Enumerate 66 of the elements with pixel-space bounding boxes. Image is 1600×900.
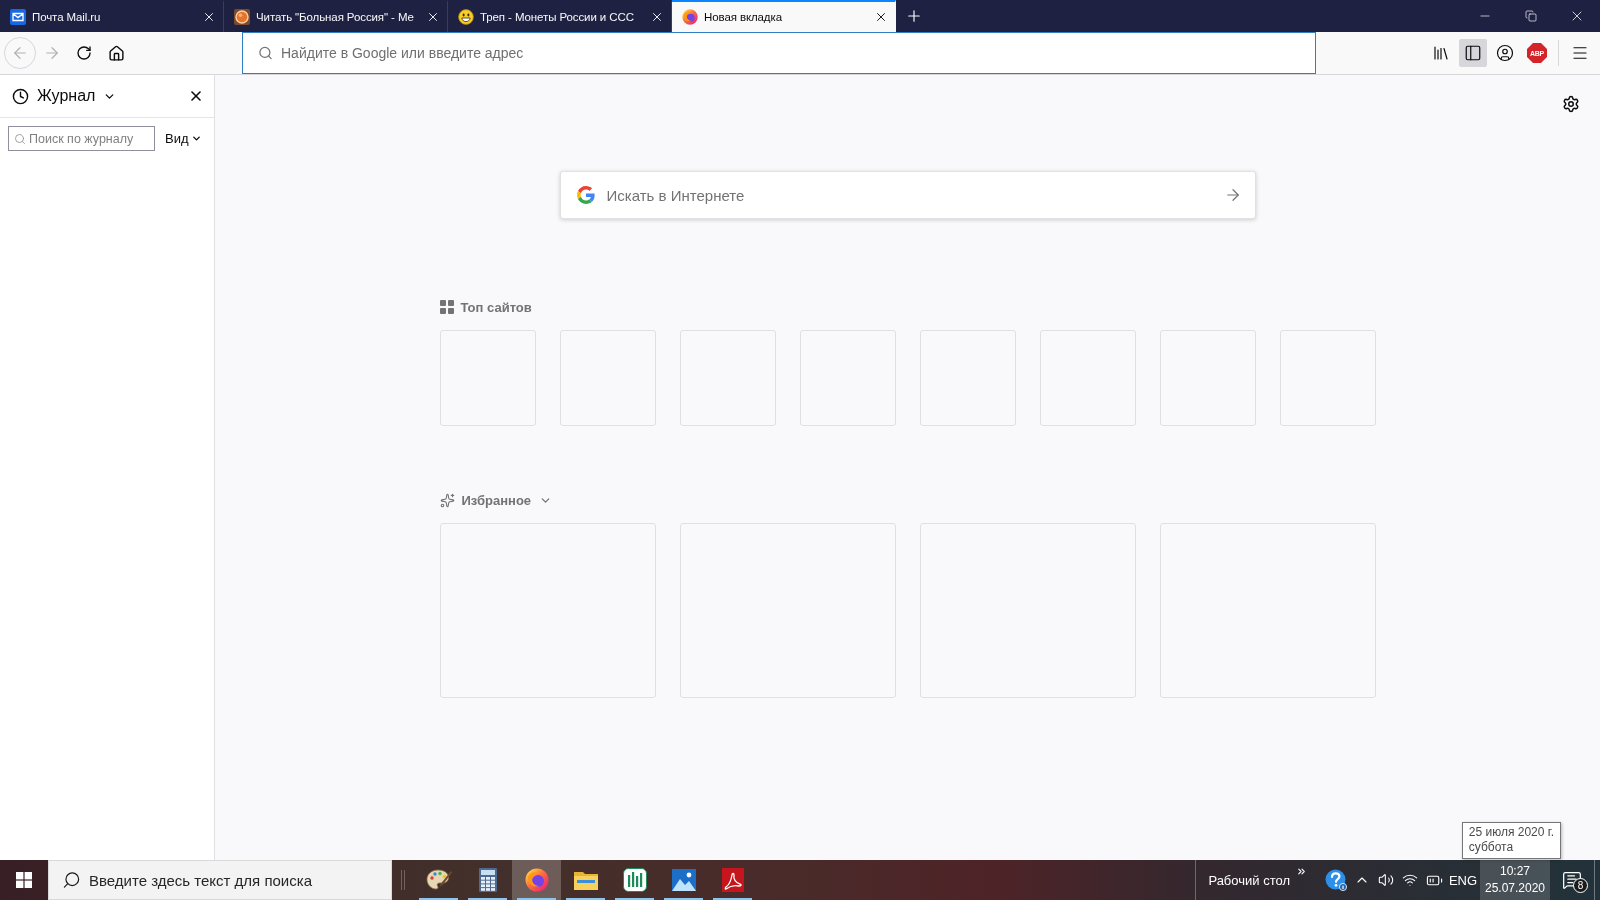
speaker-icon [1378, 872, 1394, 888]
envelope-icon [10, 9, 26, 25]
folder-icon [573, 870, 598, 890]
clock-icon [12, 87, 29, 105]
window-panes-icon [16, 872, 32, 888]
highlights-toggle[interactable]: Избранное [461, 492, 553, 508]
restore-icon [1525, 10, 1537, 22]
browser-logo-icon [682, 9, 698, 25]
search-icon [62, 870, 81, 890]
sidebar-icon [1464, 44, 1482, 62]
double-chevron-icon[interactable] [1296, 866, 1307, 877]
browser-tab[interactable]: Новая вкладка [672, 0, 896, 32]
sidebar-toggle-button[interactable] [1459, 39, 1487, 67]
top-site-tile[interactable] [919, 330, 1016, 426]
desktop-toolbar-button[interactable]: Рабочий стол [1195, 860, 1296, 900]
top-site-tile[interactable] [1039, 330, 1136, 426]
close-icon [188, 88, 204, 104]
photo-icon [671, 869, 696, 891]
section-title: Топ сайтов [460, 299, 532, 315]
orb-icon [234, 9, 250, 25]
notifications-button[interactable]: 8 [1550, 860, 1594, 900]
top-site-tile[interactable] [439, 330, 536, 426]
menu-icon [1571, 44, 1589, 62]
top-site-tile[interactable] [559, 330, 656, 426]
top-site-tile[interactable] [1279, 330, 1376, 426]
search-icon [258, 45, 273, 61]
close-icon [202, 10, 216, 24]
pdf-logo-icon [721, 868, 744, 892]
help-icon [1325, 869, 1347, 891]
reload-icon [76, 45, 92, 61]
plus-icon [905, 7, 923, 25]
palette-icon [425, 868, 452, 892]
close-icon [650, 10, 664, 24]
library-icon [1432, 44, 1450, 62]
top-site-tile[interactable] [679, 330, 776, 426]
settings-icon [1562, 95, 1580, 113]
g-logo-icon [576, 186, 595, 204]
account-icon [1496, 44, 1514, 62]
wifi-icon [1402, 872, 1418, 888]
forward-arrow-icon [43, 44, 61, 62]
sparkles-icon [439, 492, 455, 508]
sidebar-switcher-button[interactable]: Журнал [12, 87, 117, 105]
chevron-down-icon [190, 133, 202, 144]
audio-bars-icon [622, 868, 647, 892]
address-field[interactable]: Найдите в Google или введите адрес [242, 32, 1316, 74]
smiley-icon [458, 9, 474, 25]
search-icon [14, 132, 26, 145]
taskbar-search-field[interactable]: Введите здесь текст для поиска [48, 860, 392, 900]
calculator-icon [478, 868, 497, 892]
settings-button[interactable] [1562, 95, 1580, 113]
view-button[interactable]: Вид [165, 131, 202, 146]
history-search-field[interactable]: Поиск по журналу [8, 126, 155, 151]
web-search-field[interactable]: Искать в Интернете [559, 171, 1256, 219]
grid-icon [439, 300, 454, 314]
language-button[interactable]: ENG [1446, 860, 1480, 900]
top-site-tile[interactable] [799, 330, 896, 426]
notification-count: 8 [1573, 878, 1588, 893]
sidebar-close-button[interactable] [188, 88, 204, 104]
tooltip-text: суббота [1468, 840, 1515, 855]
home-icon [107, 44, 125, 62]
clock-button[interactable]: 10:27 25.07.2020 [1480, 860, 1550, 900]
close-icon [874, 10, 888, 24]
close-icon [426, 10, 440, 24]
browser-logo-icon [524, 868, 549, 892]
tooltip-text: 25 июля 2020 г. [1468, 825, 1554, 840]
top-site-tile[interactable] [1159, 330, 1256, 426]
